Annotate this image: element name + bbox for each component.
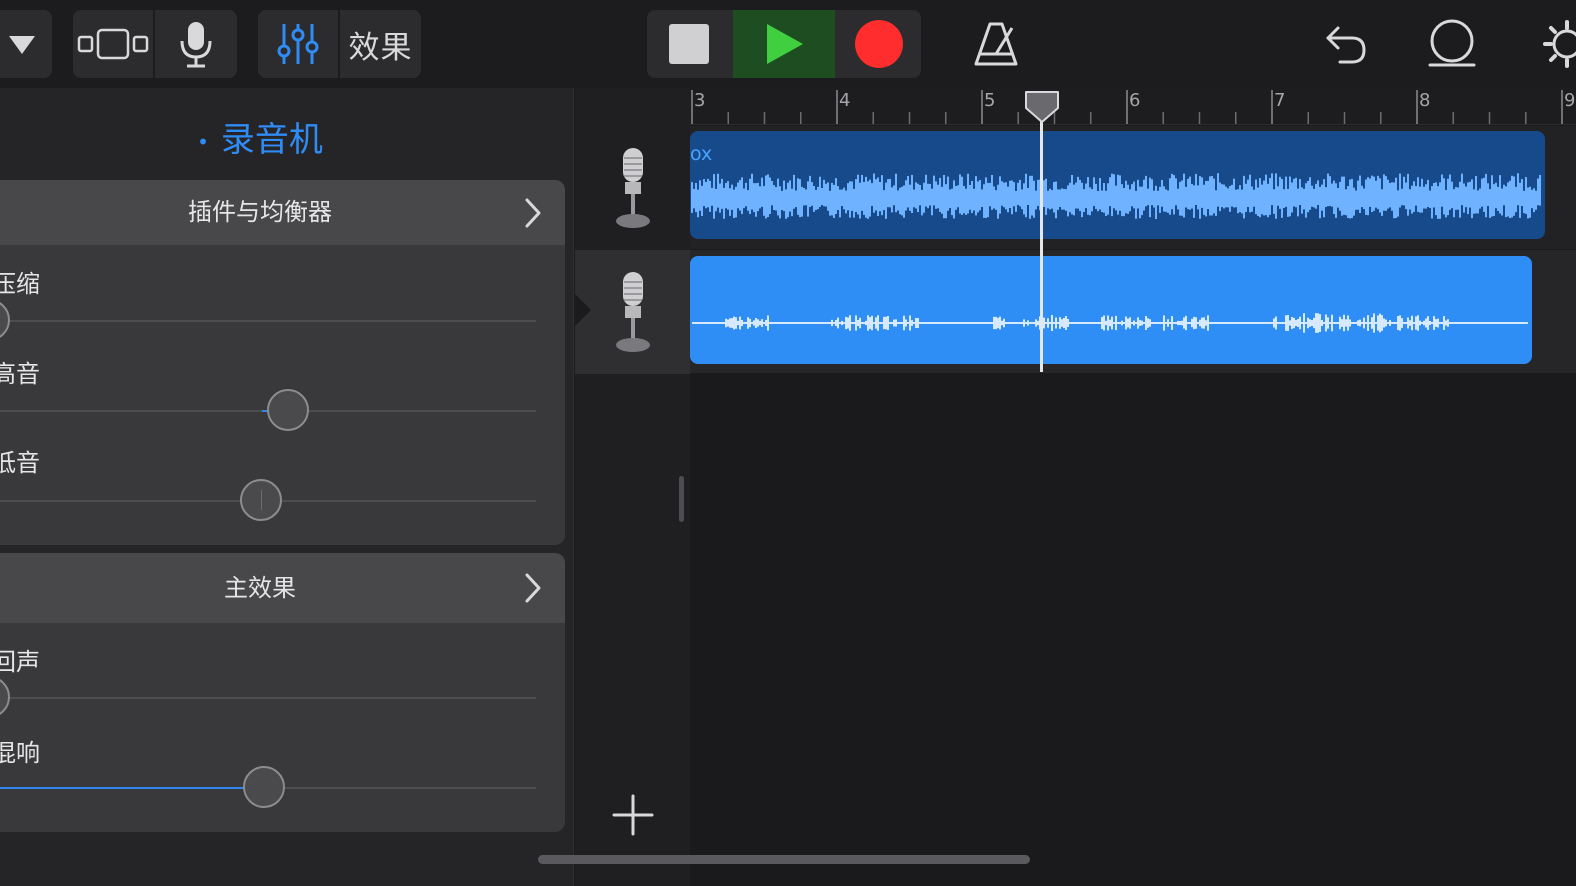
plugins-eq-header[interactable]: 插件与均衡器 bbox=[0, 180, 565, 245]
metronome-button[interactable] bbox=[965, 10, 1027, 78]
compressor-knob[interactable] bbox=[0, 299, 10, 341]
bass-label: 低音 bbox=[0, 449, 40, 477]
playhead-line[interactable] bbox=[1040, 110, 1043, 372]
reverb-fill bbox=[0, 787, 264, 789]
compressor-slider[interactable] bbox=[0, 299, 536, 341]
ruler-bar-label: 8 bbox=[1419, 90, 1430, 111]
ruler-bar-label: 5 bbox=[984, 90, 995, 111]
compressor-label: 压缩 bbox=[0, 270, 40, 298]
dropdown-triangle-icon bbox=[9, 36, 35, 54]
master-effects-title: 主效果 bbox=[224, 574, 296, 602]
ruler-bar-label: 3 bbox=[694, 90, 705, 111]
reverb-label: 混响 bbox=[0, 739, 40, 767]
settings-gear-icon bbox=[1543, 20, 1576, 68]
waveform bbox=[691, 173, 1541, 219]
waveform-path bbox=[692, 313, 1528, 333]
reverb-slider[interactable] bbox=[0, 766, 536, 808]
microphone-icon bbox=[180, 22, 212, 68]
undo-icon bbox=[1326, 26, 1366, 64]
playhead-handle[interactable] bbox=[1024, 90, 1060, 124]
bass-slider[interactable] bbox=[0, 479, 536, 521]
tracks-view-button[interactable] bbox=[73, 10, 153, 78]
record-icon bbox=[855, 20, 903, 68]
home-indicator bbox=[538, 855, 1030, 864]
audio-region-1[interactable]: ox bbox=[690, 131, 1545, 239]
play-icon bbox=[767, 24, 803, 64]
studio-microphone-icon bbox=[615, 148, 650, 228]
effects-label: 效果 bbox=[348, 29, 413, 66]
settings-button[interactable] bbox=[1530, 10, 1576, 78]
instrument-title-text: 录音机 bbox=[220, 120, 323, 160]
loop-icon bbox=[1428, 19, 1476, 67]
studio-microphone-icon bbox=[615, 272, 650, 352]
stop-icon bbox=[669, 24, 709, 64]
play-button[interactable] bbox=[733, 10, 835, 78]
ruler-bar-label: 6 bbox=[1129, 90, 1140, 111]
treble-knob[interactable] bbox=[267, 389, 309, 431]
track-type-dropdown-button[interactable] bbox=[0, 10, 52, 78]
view-group bbox=[73, 10, 237, 78]
smart-controls-button[interactable] bbox=[258, 10, 338, 78]
plugins-eq-title: 插件与均衡器 bbox=[188, 198, 332, 226]
mixer-sliders-icon bbox=[277, 24, 319, 64]
microphone-button[interactable] bbox=[155, 10, 237, 78]
echo-slider[interactable] bbox=[0, 676, 536, 718]
timeline-ruler[interactable]: 3 4 5 6 7 8 9 bbox=[690, 88, 1576, 125]
echo-label: 回声 bbox=[0, 648, 40, 676]
audio-region-2[interactable] bbox=[690, 256, 1532, 364]
browser-group bbox=[0, 10, 52, 78]
waveform-path bbox=[691, 173, 1541, 219]
master-effects-header[interactable]: 主效果 bbox=[0, 553, 565, 623]
echo-knob[interactable] bbox=[0, 676, 10, 718]
ruler-bar-label: 9 bbox=[1564, 90, 1575, 111]
transport-group bbox=[647, 10, 921, 78]
toolbar: 效果 bbox=[0, 0, 1576, 88]
chevron-right-icon bbox=[525, 198, 541, 228]
tracks-view-icon bbox=[77, 28, 149, 60]
title-dot: • bbox=[197, 129, 209, 154]
undo-button[interactable] bbox=[1316, 10, 1376, 78]
plugins-eq-card: 插件与均衡器 压缩 高音 低音 bbox=[0, 180, 565, 545]
plus-icon bbox=[612, 794, 654, 836]
treble-slider[interactable] bbox=[0, 389, 536, 431]
reverb-knob[interactable] bbox=[243, 766, 285, 808]
smart-controls-group: 效果 bbox=[258, 10, 421, 78]
track-header-2[interactable] bbox=[575, 250, 690, 374]
waveform bbox=[692, 313, 1528, 333]
effects-button[interactable]: 效果 bbox=[340, 10, 421, 78]
record-button[interactable] bbox=[837, 10, 921, 78]
add-track-button[interactable] bbox=[612, 794, 654, 840]
selected-track-indicator bbox=[575, 294, 591, 326]
instrument-title: • 录音机 bbox=[0, 112, 520, 161]
track-header-1[interactable] bbox=[575, 126, 690, 250]
panel-resize-handle[interactable] bbox=[679, 476, 684, 522]
ruler-bar-label: 4 bbox=[839, 90, 850, 111]
stop-button[interactable] bbox=[647, 10, 731, 78]
chevron-right-icon bbox=[525, 573, 541, 603]
master-effects-card: 主效果 回声 混响 bbox=[0, 553, 565, 832]
metronome-icon bbox=[974, 22, 1018, 66]
track-headers bbox=[575, 88, 690, 886]
loop-browser-button[interactable] bbox=[1422, 10, 1482, 78]
ruler-bar-label: 7 bbox=[1274, 90, 1285, 111]
treble-label: 高音 bbox=[0, 360, 40, 388]
bass-knob[interactable] bbox=[240, 479, 282, 521]
